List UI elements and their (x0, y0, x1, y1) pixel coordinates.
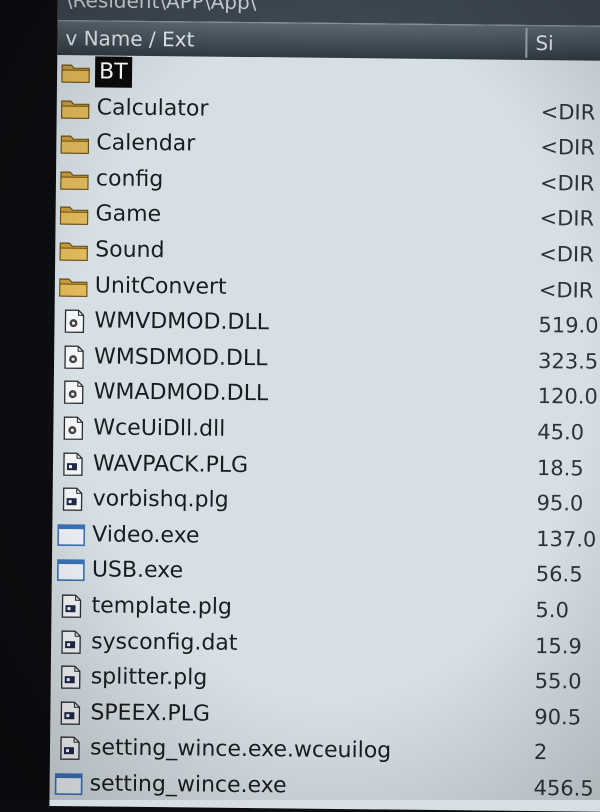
folder-icon (60, 167, 90, 191)
path-text: \Resident\APP\App\ (66, 0, 257, 14)
file-row[interactable]: sysconfig.dat 15.9 (51, 623, 600, 664)
file-size: 90.5 (534, 702, 581, 733)
file-name: BT (95, 56, 132, 87)
plugin-file-icon (57, 487, 87, 511)
file-row[interactable]: Calculator <DIR (57, 90, 600, 131)
dll-file-icon (58, 380, 88, 404)
file-row[interactable]: Sound <DIR (55, 232, 600, 273)
file-name: Video.exe (92, 519, 200, 551)
file-row[interactable]: vorbishq.plg 95.0 (52, 481, 600, 522)
file-name: SPEEX.PLG (90, 697, 210, 729)
file-size: 5.0 (535, 595, 569, 626)
file-name: sysconfig.dat (91, 626, 238, 659)
plugin-file-icon (55, 594, 85, 618)
exe-window-icon (56, 523, 86, 547)
name-column-header[interactable]: v Name / Ext (65, 23, 527, 58)
file-name: WceUiDll.dll (93, 412, 225, 444)
file-size: 15.9 (535, 631, 582, 662)
file-size: 120.0 (538, 381, 598, 413)
file-name: vorbishq.plg (92, 484, 228, 516)
file-name: splitter.plg (91, 661, 208, 693)
file-row[interactable]: Game <DIR (55, 196, 600, 237)
file-row[interactable]: config <DIR (56, 161, 600, 202)
dll-file-icon (58, 345, 88, 369)
file-name: setting_wince.exe.wceuilog (90, 733, 391, 767)
file-size: 45.0 (537, 417, 584, 448)
file-row[interactable]: BT (57, 54, 600, 95)
folder-icon (59, 238, 89, 262)
file-size: <DIR (539, 203, 594, 235)
file-row[interactable]: Calendar <DIR (56, 125, 600, 166)
dll-file-icon (58, 309, 88, 333)
file-size: <DIR (541, 97, 596, 129)
file-row[interactable]: WAVPACK.PLG 18.5 (53, 446, 600, 487)
file-list: BTCalculator<DIRCalendar<DIRconfig<DIRGa… (49, 54, 600, 807)
file-size: 2 (534, 737, 548, 768)
file-size: <DIR (540, 132, 595, 164)
file-name: UnitConvert (95, 270, 227, 302)
folder-icon (61, 60, 91, 84)
file-name: Calendar (96, 128, 195, 160)
file-row[interactable]: USB.exe 56.5 (52, 552, 600, 593)
file-row[interactable]: Video.exe 137.0 (52, 517, 600, 558)
file-size: <DIR (540, 168, 595, 200)
file-size: 519.0 (538, 310, 598, 342)
size-column-header[interactable]: Si (535, 28, 554, 58)
file-row[interactable]: template.plg 5.0 (51, 588, 600, 629)
file-name: config (96, 163, 164, 195)
plugin-file-icon (55, 630, 85, 654)
file-size: 323.5 (538, 346, 598, 378)
file-row[interactable]: UnitConvert <DIR (55, 268, 600, 309)
folder-icon (59, 202, 89, 226)
file-name: Calculator (97, 92, 209, 124)
plugin-file-icon (57, 452, 87, 476)
file-size: 95.0 (536, 488, 583, 519)
file-name: WMVDMOD.DLL (94, 306, 269, 339)
dll-file-icon (57, 416, 87, 440)
plugin-file-icon (54, 701, 84, 725)
plugin-file-icon (54, 736, 84, 760)
file-size: <DIR (539, 275, 594, 307)
file-row[interactable]: WceUiDll.dll 45.0 (53, 410, 600, 451)
file-name: Game (95, 199, 161, 231)
file-name: USB.exe (92, 555, 184, 587)
exe-window-icon (54, 772, 84, 796)
file-row[interactable]: WMVDMOD.DLL 519.0 (54, 303, 600, 344)
exe-window-icon (56, 558, 86, 582)
file-explorer-window: \Resident\APP\App\ v Name / Ext Si BTCal… (49, 0, 600, 812)
folder-icon (60, 131, 90, 155)
file-row[interactable]: WMSDMOD.DLL 323.5 (54, 339, 600, 380)
file-size: 55.0 (535, 666, 582, 697)
file-name: WMADMOD.DLL (94, 377, 269, 410)
plugin-file-icon (55, 665, 85, 689)
file-size: 18.5 (537, 453, 584, 484)
file-name: WMSDMOD.DLL (94, 341, 268, 374)
file-row[interactable]: WMADMOD.DLL 120.0 (54, 374, 600, 415)
file-name: setting_wince.exe (89, 768, 286, 801)
file-size: <DIR (539, 239, 594, 271)
file-size: 137.0 (536, 524, 596, 556)
file-row[interactable]: setting_wince.exe.wceuilog 2 (50, 730, 600, 771)
file-row[interactable]: SPEEX.PLG 90.5 (50, 695, 600, 736)
folder-icon (61, 96, 91, 120)
file-name: template.plg (91, 590, 232, 622)
file-row[interactable]: splitter.plg 55.0 (51, 659, 600, 700)
file-name: WAVPACK.PLG (93, 448, 248, 481)
file-name: Sound (95, 234, 165, 266)
folder-icon (59, 274, 89, 298)
file-size: 56.5 (536, 559, 583, 590)
file-row[interactable]: setting_wince.exe456.5 (49, 766, 600, 807)
